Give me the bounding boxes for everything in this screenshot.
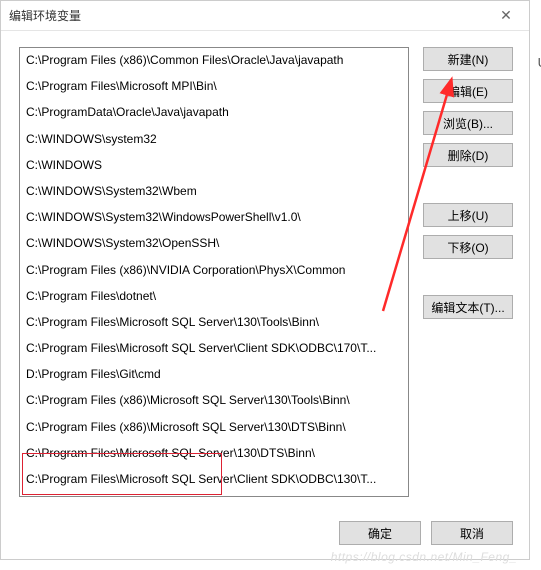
close-icon[interactable]: ✕	[491, 7, 521, 24]
cancel-button[interactable]: 取消	[431, 521, 513, 545]
button-sidebar: 新建(N) 编辑(E) 浏览(B)... 删除(D) 上移(U) 下移(O) 编…	[423, 47, 513, 497]
browse-button[interactable]: 浏览(B)...	[423, 111, 513, 135]
list-item[interactable]: C:\Program Files (x86)\NVIDIA Corporatio…	[20, 258, 408, 284]
delete-button[interactable]: 删除(D)	[423, 143, 513, 167]
stray-text: U	[538, 55, 541, 70]
list-item[interactable]: C:\Program Files\Microsoft SQL Server\13…	[20, 310, 408, 336]
env-var-edit-dialog: 编辑环境变量 ✕ C:\Program Files (x86)\Common F…	[0, 0, 530, 560]
dialog-footer: 确定 取消	[339, 521, 513, 545]
list-item[interactable]: C:\WINDOWS	[20, 153, 408, 179]
dialog-title: 编辑环境变量	[9, 7, 491, 24]
titlebar: 编辑环境变量 ✕	[1, 1, 529, 31]
content-area: C:\Program Files (x86)\Common Files\Orac…	[1, 31, 529, 505]
new-button[interactable]: 新建(N)	[423, 47, 513, 71]
move-down-button[interactable]: 下移(O)	[423, 235, 513, 259]
list-item[interactable]: C:\WINDOWS\System32\OpenSSH\	[20, 231, 408, 257]
move-up-button[interactable]: 上移(U)	[423, 203, 513, 227]
list-item[interactable]: C:\WINDOWS\System32\WindowsPowerShell\v1…	[20, 205, 408, 231]
path-listbox[interactable]: C:\Program Files (x86)\Common Files\Orac…	[19, 47, 409, 497]
list-item[interactable]: C:\Program Files\dotnet\	[20, 284, 408, 310]
list-item[interactable]: C:\Program Files (x86)\Microsoft SQL Ser…	[20, 388, 408, 414]
spacer	[423, 175, 513, 195]
list-item[interactable]: C:\WINDOWS\System32\Wbem	[20, 179, 408, 205]
spacer	[423, 267, 513, 287]
edit-button[interactable]: 编辑(E)	[423, 79, 513, 103]
list-item[interactable]: C:\Program Files (x86)\Microsoft SQL Ser…	[20, 493, 408, 497]
list-item[interactable]: D:\Program Files\Git\cmd	[20, 362, 408, 388]
list-item[interactable]: C:\Program Files\Microsoft SQL Server\13…	[20, 441, 408, 467]
watermark-text: https://blog.csdn.net/Min_Feng_	[331, 550, 517, 564]
list-item[interactable]: C:\Program Files\Microsoft SQL Server\Cl…	[20, 467, 408, 493]
ok-button[interactable]: 确定	[339, 521, 421, 545]
list-item[interactable]: C:\WINDOWS\system32	[20, 127, 408, 153]
list-item[interactable]: C:\Program Files\Microsoft SQL Server\Cl…	[20, 336, 408, 362]
list-item[interactable]: C:\ProgramData\Oracle\Java\javapath	[20, 100, 408, 126]
list-item[interactable]: C:\Program Files (x86)\Common Files\Orac…	[20, 48, 408, 74]
list-item[interactable]: C:\Program Files (x86)\Microsoft SQL Ser…	[20, 415, 408, 441]
list-item[interactable]: C:\Program Files\Microsoft MPI\Bin\	[20, 74, 408, 100]
edit-text-button[interactable]: 编辑文本(T)...	[423, 295, 513, 319]
